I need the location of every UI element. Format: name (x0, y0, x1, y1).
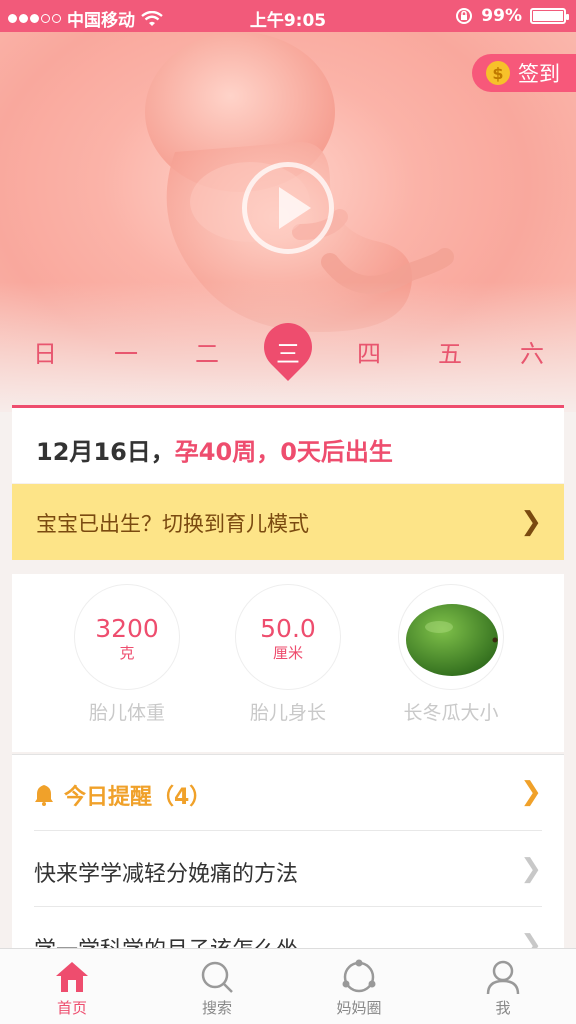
weekday-mon[interactable]: 一 (106, 334, 146, 369)
bell-icon (35, 785, 53, 806)
fetus-hero: $ 签到 日 一 二 四 五 六 三 (0, 32, 576, 412)
tab-bar: 首页 搜索 妈妈圈 我 (0, 948, 576, 1024)
tab-me-label: 我 (495, 999, 511, 1017)
weekday-sun[interactable]: 日 (25, 334, 65, 369)
play-video-button[interactable] (242, 162, 334, 254)
weight-circle[interactable]: 3200 克 (74, 584, 180, 690)
weight-value: 3200 (95, 614, 159, 643)
reminders-title: 今日提醒（4） (64, 785, 212, 810)
chevron-right-icon[interactable]: ❯ (520, 854, 542, 884)
fetus-stats: 3200 克 胎儿体重 50.0 厘米 胎儿身长 长冬瓜大小 (12, 574, 564, 752)
melon-label: 长冬瓜大小 (403, 702, 499, 724)
tab-home-label: 首页 (56, 999, 87, 1017)
length-label: 胎儿身长 (249, 702, 326, 724)
divider (34, 830, 542, 831)
winter-melon-icon (406, 604, 498, 676)
tab-me[interactable]: 我 (458, 957, 548, 1018)
winter-melon-image[interactable] (398, 584, 504, 690)
switch-mode-label: 宝宝已出生？切换到育儿模式 (36, 512, 309, 536)
current-date: 12月16日， (36, 438, 175, 466)
length-circle[interactable]: 50.0 厘米 (235, 584, 341, 690)
length-unit: 厘米 (272, 644, 303, 662)
circle-icon (342, 959, 376, 993)
today-reminders: 今日提醒（4） ❯ 快来学学减轻分娩痛的方法 ❯ 学一学科学的月子该怎么坐 ❯ (12, 754, 564, 963)
chevron-right-icon: ❯ (520, 507, 542, 537)
divider (34, 906, 542, 907)
battery-icon (530, 8, 569, 24)
coin-icon: $ (486, 61, 510, 85)
pregnancy-week: 孕40周，0天后出生 (174, 438, 393, 466)
weekday-wed-selected[interactable]: 三 (264, 334, 312, 369)
weight-unit: 克 (119, 644, 135, 662)
search-icon (201, 961, 233, 993)
rotation-lock-icon (456, 8, 473, 24)
battery-percent: 99% (481, 6, 522, 26)
user-icon (486, 960, 520, 995)
weekday-tue[interactable]: 二 (187, 334, 227, 369)
signin-label: 签到 (518, 62, 560, 86)
weekday-thu[interactable]: 四 (349, 334, 389, 369)
pregnancy-date-card: 12月16日，孕40周，0天后出生 (12, 405, 564, 483)
switch-to-parenting-banner[interactable]: 宝宝已出生？切换到育儿模式 ❯ (12, 484, 564, 560)
signin-button[interactable]: $ 签到 (472, 54, 576, 92)
tab-search[interactable]: 搜索 (172, 957, 262, 1018)
status-bar: 中国移动 上午9:05 99% (0, 0, 576, 32)
weight-label: 胎儿体重 (88, 702, 165, 724)
reminder-item[interactable]: 快来学学减轻分娩痛的方法 (34, 856, 298, 888)
length-value: 50.0 (260, 614, 316, 643)
tab-mom-circle[interactable]: 妈妈圈 (314, 957, 404, 1018)
weekday-sat[interactable]: 六 (512, 334, 552, 369)
home-icon (56, 962, 88, 992)
tab-home[interactable]: 首页 (27, 957, 117, 1018)
status-right: 99% (455, 6, 569, 26)
weekday-fri[interactable]: 五 (430, 334, 470, 369)
reminders-header[interactable]: 今日提醒（4） (34, 779, 211, 811)
tab-mom-circle-label: 妈妈圈 (336, 999, 382, 1017)
tab-search-label: 搜索 (201, 999, 232, 1017)
chevron-right-icon[interactable]: ❯ (520, 777, 542, 807)
